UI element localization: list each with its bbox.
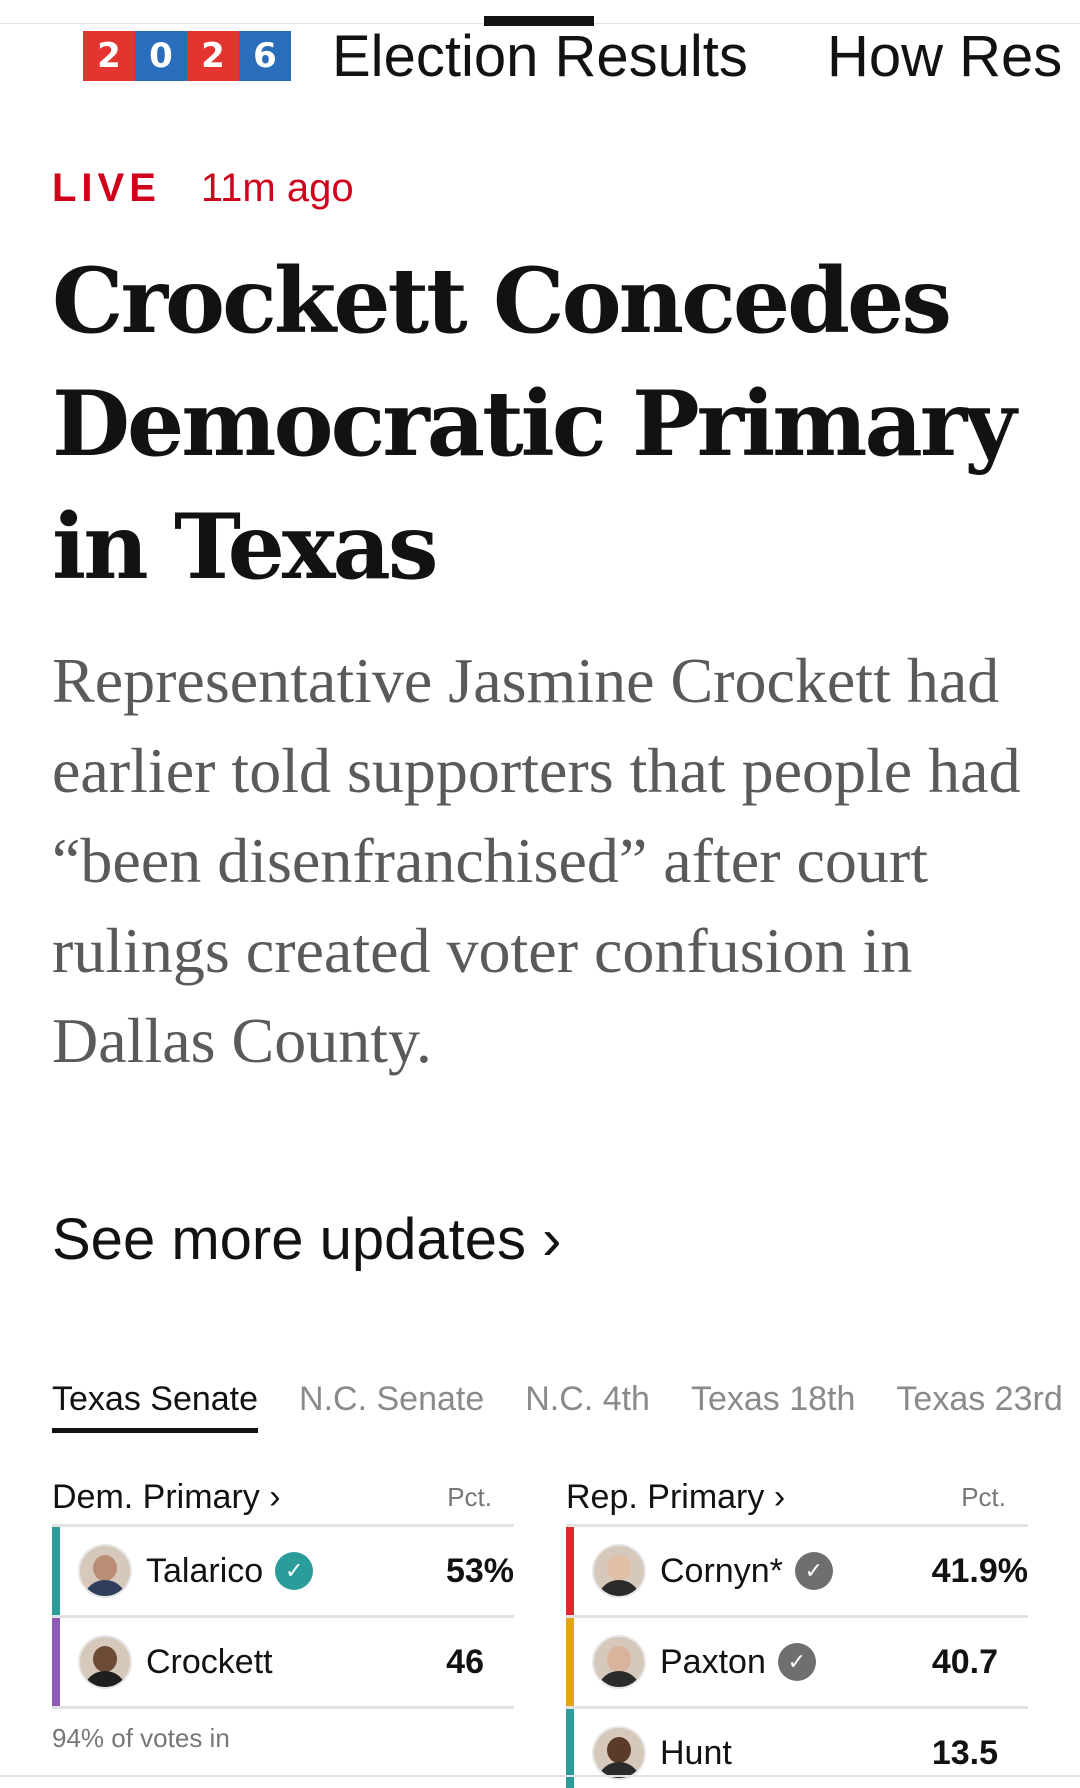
year-digit: 2 xyxy=(187,31,239,81)
rep-primary-results: Rep. Primary › Pct. Cornyn* ✓ 41.9% Paxt… xyxy=(566,1470,1028,1788)
dem-primary-header: Dem. Primary › Pct. xyxy=(52,1470,514,1527)
candidate-row-talarico[interactable]: Talarico ✓ 53% xyxy=(52,1527,514,1618)
year-digit: 2 xyxy=(83,31,135,81)
avatar xyxy=(592,1544,646,1598)
avatar xyxy=(78,1544,132,1598)
article-summary: Representative Jasmine Crockett had earl… xyxy=(52,645,1021,1076)
tab-texas-18th[interactable]: Texas 18th xyxy=(691,1380,855,1431)
candidate-percent: 13.5 xyxy=(931,1733,998,1772)
advanced-check-icon: ✓ xyxy=(777,1643,816,1681)
avatar xyxy=(592,1726,646,1780)
candidate-name: Crockett xyxy=(146,1642,273,1681)
election-year-logo[interactable]: 2 0 2 6 xyxy=(83,31,291,81)
rep-primary-header: Rep. Primary › Pct. xyxy=(566,1470,1028,1527)
party-color-bar xyxy=(566,1618,574,1706)
pct-column-label: Pct. xyxy=(961,1481,1006,1512)
candidate-percent: 40.7 xyxy=(931,1642,998,1681)
tab-texas-23rd[interactable]: Texas 23rd xyxy=(896,1380,1062,1431)
candidate-row-paxton[interactable]: Paxton ✓ 40.7 xyxy=(566,1618,1028,1709)
candidate-name: Cornyn* xyxy=(660,1551,783,1590)
party-color-bar xyxy=(52,1618,60,1706)
candidate-name: Talarico xyxy=(146,1551,264,1590)
top-navigation: 2 0 2 6 Election Results How Res xyxy=(0,0,1080,100)
see-more-updates-link[interactable]: See more updates › xyxy=(52,1208,561,1272)
bottom-divider xyxy=(0,1775,1080,1777)
article-headline[interactable]: Crockett Concedes Democratic Primary in … xyxy=(52,240,1052,609)
avatar xyxy=(78,1635,132,1689)
tab-texas-senate[interactable]: Texas Senate xyxy=(52,1380,259,1433)
party-color-bar xyxy=(52,1527,60,1615)
advanced-check-icon: ✓ xyxy=(794,1552,833,1590)
nav-link-how-results[interactable]: How Res xyxy=(827,27,1062,87)
rep-primary-link[interactable]: Rep. Primary › xyxy=(566,1478,785,1517)
dem-primary-results: Dem. Primary › Pct. Talarico ✓ 53% Crock… xyxy=(52,1470,514,1754)
update-timestamp: 11m ago xyxy=(200,166,354,210)
votes-reported: 94% of votes in xyxy=(52,1723,230,1753)
candidate-percent: 41.9% xyxy=(931,1551,1028,1590)
live-label: LIVE xyxy=(52,166,161,210)
candidate-row-crockett[interactable]: Crockett 46 xyxy=(52,1618,514,1709)
year-digit: 0 xyxy=(135,31,187,81)
party-color-bar xyxy=(566,1527,574,1615)
live-status: LIVE 11m ago xyxy=(52,166,354,211)
pct-column-label: Pct. xyxy=(447,1481,492,1512)
race-tabs: Texas Senate N.C. Senate N.C. 4th Texas … xyxy=(52,1380,1080,1433)
dem-primary-link[interactable]: Dem. Primary › xyxy=(52,1478,281,1517)
avatar xyxy=(592,1635,646,1689)
candidate-row-cornyn[interactable]: Cornyn* ✓ 41.9% xyxy=(566,1527,1028,1618)
candidate-name: Paxton xyxy=(660,1642,766,1681)
tab-nc-4th[interactable]: N.C. 4th xyxy=(525,1380,650,1431)
candidate-percent: 53% xyxy=(445,1551,514,1590)
year-digit: 6 xyxy=(239,31,291,81)
winner-check-icon: ✓ xyxy=(275,1552,314,1590)
candidate-percent: 46 xyxy=(446,1642,484,1681)
candidate-name: Hunt xyxy=(660,1733,732,1772)
nav-link-election-results[interactable]: Election Results xyxy=(332,27,748,87)
tab-nc-senate[interactable]: N.C. Senate xyxy=(299,1380,484,1431)
